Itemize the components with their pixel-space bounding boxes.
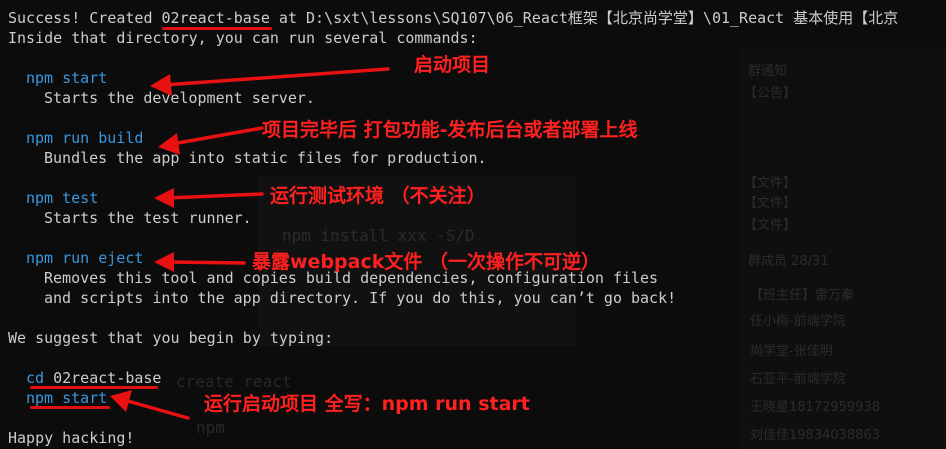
arrow-eject-icon bbox=[166, 260, 246, 265]
annotation-run-start: 运行启动项目 全写：npm run start bbox=[204, 393, 530, 415]
arrow-run-start-icon bbox=[122, 398, 190, 420]
annotation-start: 启动项目 bbox=[414, 54, 491, 76]
arrow-start-icon bbox=[162, 67, 390, 87]
arrow-build-icon bbox=[170, 126, 264, 146]
annotation-build: 项目完毕后 打包功能-发布后台或者部署上线 bbox=[262, 119, 638, 141]
arrow-test-icon bbox=[166, 192, 264, 200]
annotation-eject: 暴露webpack文件 （一次操作不可逆） bbox=[252, 251, 600, 273]
annotation-test: 运行测试环境 （不关注） bbox=[270, 185, 486, 207]
